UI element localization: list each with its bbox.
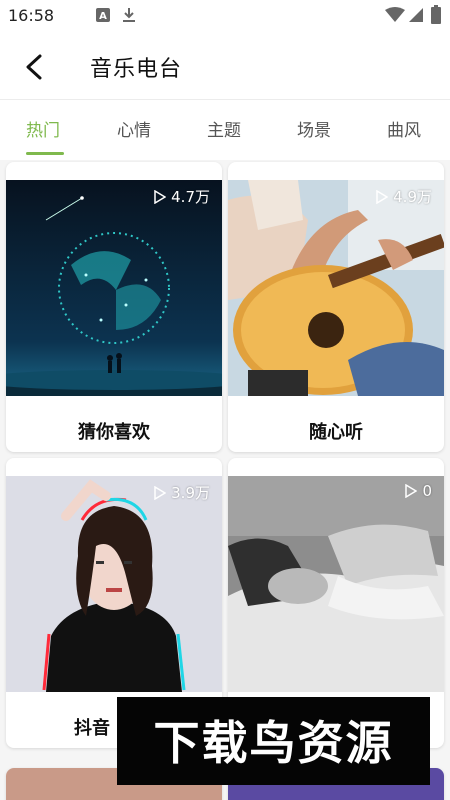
play-icon <box>405 484 418 498</box>
play-count: 3.9万 <box>154 482 210 503</box>
status-bar: 16:58 A <box>0 0 450 32</box>
play-count-value: 4.7万 <box>171 188 210 206</box>
radio-card[interactable]: 4.9万 随心听 <box>228 162 444 452</box>
svg-text:A: A <box>99 11 107 22</box>
tab-theme[interactable]: 主题 <box>207 116 241 141</box>
chevron-left-icon <box>26 54 42 80</box>
download-icon <box>121 7 137 27</box>
tab-scene[interactable]: 场景 <box>297 116 331 141</box>
tab-mood[interactable]: 心情 <box>117 116 151 141</box>
play-count: 4.9万 <box>376 186 432 207</box>
card-cover-image <box>6 180 222 396</box>
play-count-value: 4.9万 <box>393 188 432 206</box>
card-cover-image <box>6 476 222 692</box>
play-icon <box>154 189 167 204</box>
play-icon <box>376 189 389 204</box>
watermark-text: 下载鸟资源 <box>153 716 394 770</box>
play-count-value: 0 <box>422 482 432 500</box>
card-title: 猜你喜欢 <box>78 422 150 443</box>
tab-hot[interactable]: 热门 <box>26 116 60 141</box>
tab-bar: 热门 心情 主题 场景 曲风 <box>0 100 450 160</box>
play-count: 0 <box>405 482 432 500</box>
back-button[interactable] <box>14 46 54 86</box>
header: 音乐电台 <box>0 32 450 100</box>
card-title: 随心听 <box>309 422 363 443</box>
page-title: 音乐电台 <box>90 57 183 82</box>
tab-underline <box>26 152 64 155</box>
battery-icon <box>430 5 442 29</box>
status-time: 16:58 <box>8 6 55 25</box>
radio-card[interactable]: 4.7万 猜你喜欢 <box>6 162 222 452</box>
watermark: 下载鸟资源 <box>117 697 430 785</box>
play-count: 4.7万 <box>154 186 210 207</box>
signal-icon <box>408 7 424 27</box>
wifi-icon <box>385 7 405 27</box>
a-icon: A <box>95 7 111 27</box>
card-cover-image <box>228 476 444 692</box>
tab-genre[interactable]: 曲风 <box>387 116 421 141</box>
screen: 16:58 A 音乐电台 热门 心情 主题 场景 曲风 4.7万 猜你喜欢 4.… <box>0 0 450 800</box>
card-cover-image <box>228 180 444 396</box>
play-icon <box>154 485 167 500</box>
play-count-value: 3.9万 <box>171 484 210 502</box>
